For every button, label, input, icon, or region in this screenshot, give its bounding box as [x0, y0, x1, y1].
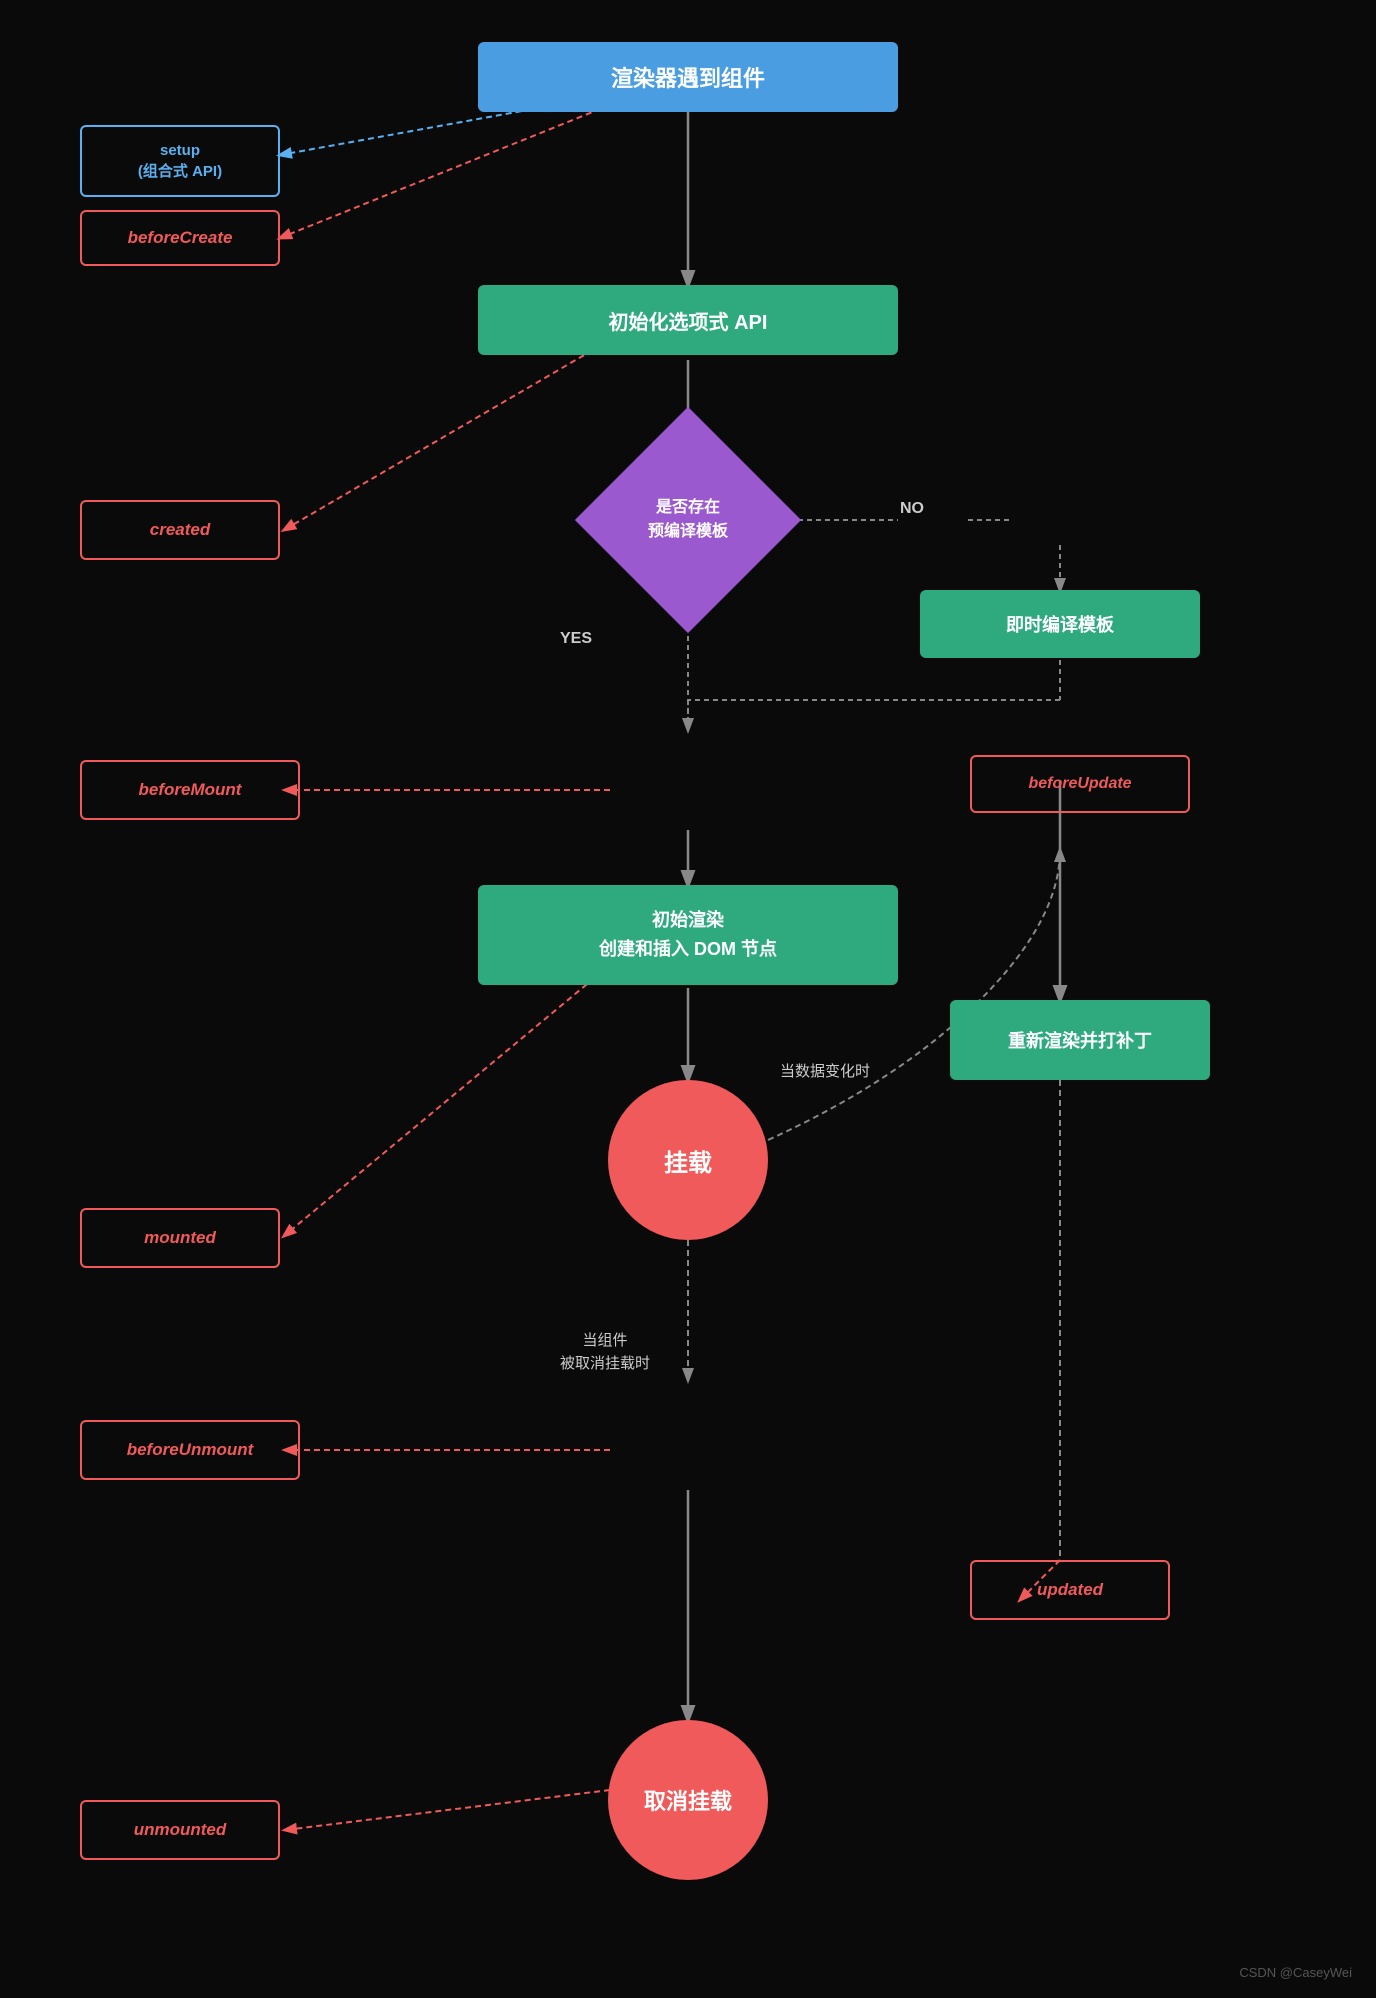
beforeupdate-box: beforeUpdate — [970, 755, 1190, 813]
no-label: NO — [900, 500, 924, 518]
init-options-box: 初始化选项式 API — [478, 285, 898, 355]
setup-label: setup (组合式 API) — [138, 140, 222, 182]
data-change-label: 当数据变化时 — [780, 1060, 870, 1081]
watermark: CSDN @CaseyWei — [1239, 1965, 1352, 1980]
re-render-box: 重新渲染并打补丁 — [950, 1000, 1210, 1080]
diagram-container: 渲染器遇到组件 setup (组合式 API) beforeCreate 初始化… — [0, 0, 1376, 1998]
beforemount-box: beforeMount — [80, 760, 300, 820]
mounted-circle: 挂载 — [608, 1080, 768, 1240]
setup-box: setup (组合式 API) — [80, 125, 280, 197]
updated-box: updated — [970, 1560, 1170, 1620]
unmount-circle: 取消挂载 — [608, 1720, 768, 1880]
unmount-label: 当组件 被取消挂载时 — [560, 1330, 650, 1375]
jit-compile-box: 即时编译模板 — [920, 590, 1200, 658]
unmounted-box: unmounted — [80, 1800, 280, 1860]
beforeunmount-box: beforeUnmount — [80, 1420, 300, 1480]
init-render-box: 初始渲染 创建和插入 DOM 节点 — [478, 885, 898, 985]
yes-label: YES — [560, 630, 592, 648]
renderer-encounter-box: 渲染器遇到组件 — [478, 42, 898, 112]
created-box: created — [80, 500, 280, 560]
beforecreate-box: beforeCreate — [80, 210, 280, 266]
precompile-diamond — [575, 407, 801, 633]
mounted-box: mounted — [80, 1208, 280, 1268]
